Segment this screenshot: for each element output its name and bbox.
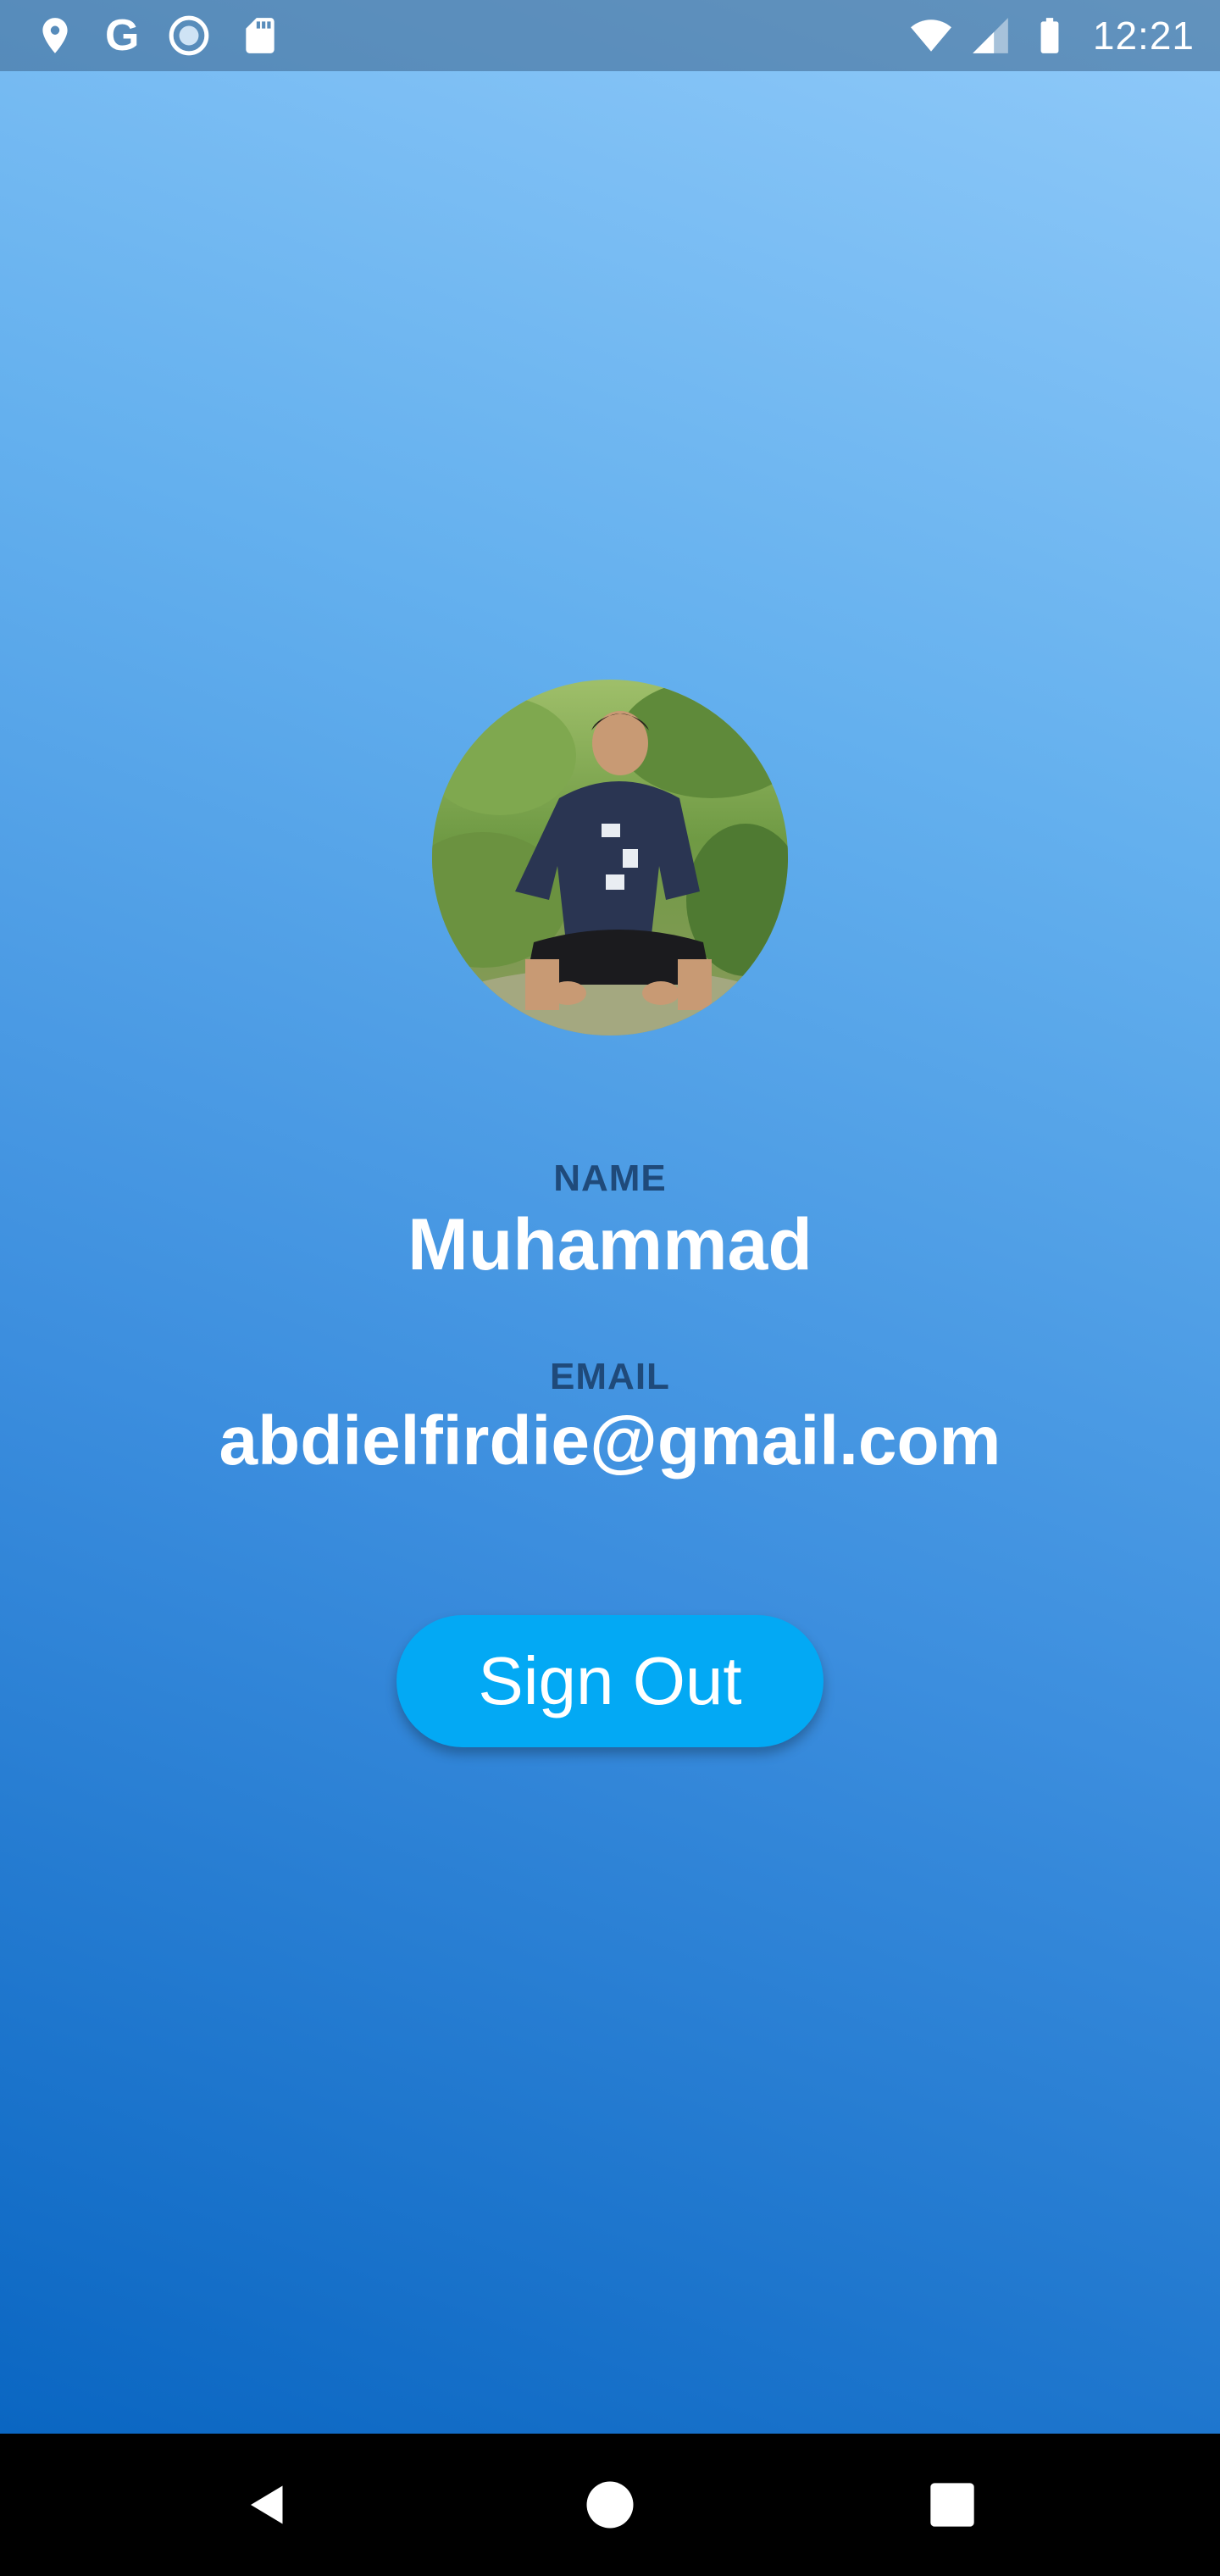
- profile-screen: G 12:21 NAME Muhammad EMAIL abdielfirdie…: [0, 0, 1220, 2576]
- back-icon[interactable]: [234, 2471, 302, 2539]
- name-label: NAME: [553, 1158, 667, 1199]
- record-icon: [168, 14, 210, 57]
- navigation-bar: [0, 2434, 1220, 2576]
- email-value: abdielfirdie@gmail.com: [219, 1402, 1001, 1480]
- location-pin-icon: [34, 14, 76, 57]
- status-right-icons: 12:21: [910, 12, 1195, 59]
- recents-icon[interactable]: [918, 2471, 986, 2539]
- status-left-icons: G: [34, 12, 281, 59]
- battery-icon: [1029, 14, 1071, 57]
- cell-signal-icon: [969, 14, 1012, 57]
- home-icon[interactable]: [576, 2471, 644, 2539]
- status-bar: G 12:21: [0, 0, 1220, 71]
- name-value: Muhammad: [408, 1204, 812, 1285]
- profile-avatar: [432, 680, 788, 1035]
- sign-out-button[interactable]: Sign Out: [396, 1615, 824, 1747]
- status-clock: 12:21: [1092, 14, 1195, 58]
- sd-card-icon: [239, 14, 281, 57]
- google-g-icon: G: [105, 11, 140, 60]
- wifi-icon: [910, 14, 952, 57]
- email-label: EMAIL: [550, 1356, 670, 1397]
